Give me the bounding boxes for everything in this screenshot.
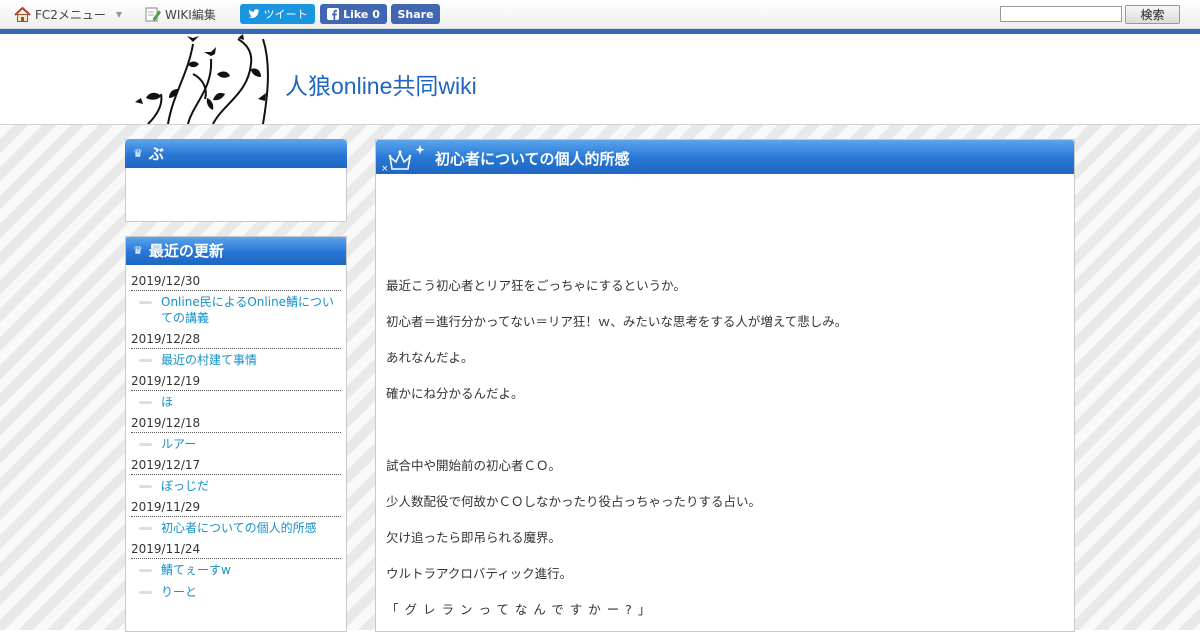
chevron-down-icon: ▼ <box>115 9 123 19</box>
facebook-like-button[interactable]: Like 0 <box>320 4 387 24</box>
tweet-label: ツイート <box>263 8 308 21</box>
sidebar-box-title: ぶ <box>148 145 164 163</box>
tweet-button[interactable]: ツイート <box>240 4 315 24</box>
twitter-bird-icon <box>248 9 259 19</box>
wiki-edit-label: WIKI編集 <box>165 7 216 22</box>
search-input[interactable] <box>1000 6 1122 22</box>
article-paragraph: 欠け追ったら即吊られる魔界。 <box>386 530 562 545</box>
article-title: 初心者についての個人的所感 <box>435 150 630 168</box>
update-link[interactable]: 鯖てぇーすw <box>131 562 341 578</box>
crown-icon: ♛ <box>133 244 143 257</box>
facebook-share-button[interactable]: Share <box>391 4 440 24</box>
update-date: 2019/12/28 <box>131 332 341 349</box>
fc2-menu-label: FC2メニュー <box>35 7 106 22</box>
article-paragraph: 「グレランってなんですかー?」 <box>386 602 657 617</box>
recent-updates-box: ♛ 最近の更新 2019/12/30 Online民によるOnline鯖について… <box>125 236 347 632</box>
article: × 初心者についての個人的所感 最近こう初心者とリア狂をごっちゃにするというか。… <box>375 139 1075 632</box>
article-paragraph: 初心者＝進行分かってない＝リア狂！ｗ、みたいな思考をする人が増えて悲しみ。 <box>386 314 848 329</box>
article-header: × 初心者についての個人的所感 <box>376 140 1074 174</box>
article-paragraph: ウルトラアクロバティック進行。 <box>386 566 573 581</box>
sidebar-box-header: ♛ ぶ <box>125 139 347 168</box>
fc2-menu[interactable]: FC2メニュー ▼ <box>14 5 122 23</box>
home-icon <box>14 6 31 22</box>
wiki-edit-link[interactable]: WIKI編集 <box>145 5 216 23</box>
update-date: 2019/12/19 <box>131 374 341 391</box>
crown-icon: × <box>381 145 425 173</box>
update-link[interactable]: 最近の村建て事情 <box>131 352 341 368</box>
recent-updates-list: 2019/12/30 Online民によるOnline鯖についての講義 2019… <box>126 265 346 600</box>
article-paragraph: 試合中や開始前の初心者ＣＯ。 <box>386 458 562 473</box>
facebook-like-label: Like 0 <box>343 7 380 21</box>
facebook-icon <box>327 8 340 20</box>
edit-icon <box>145 7 161 21</box>
site-title[interactable]: 人狼online共同wiki <box>285 67 477 101</box>
article-paragraph: 確かにね分かるんだよ。 <box>386 386 524 401</box>
crown-icon: ♛ <box>133 147 143 160</box>
update-link[interactable]: りーと <box>131 584 341 600</box>
update-link[interactable]: ルアー <box>131 436 341 452</box>
article-blank-line <box>386 422 1064 438</box>
update-link[interactable]: ほ <box>131 394 341 410</box>
update-date: 2019/12/30 <box>131 274 341 291</box>
fc2-toolbar: FC2メニュー ▼ WIKI編集 ツイート Like 0 Share 検索 <box>0 0 1200 29</box>
article-paragraph: 最近こう初心者とリア狂をごっちゃにするというか。 <box>386 278 686 293</box>
site-header: 人狼online共同wiki <box>0 34 1200 125</box>
article-paragraph: 少人数配役で何故かＣＯしなかったり役占っちゃったりする占い。 <box>386 494 762 509</box>
facebook-share-label: Share <box>397 7 434 21</box>
recent-updates-title: 最近の更新 <box>148 242 224 260</box>
sidebar-box-bu: ♛ ぶ <box>125 139 347 222</box>
svg-text:×: × <box>381 164 389 173</box>
update-link[interactable]: Online民によるOnline鯖についての講義 <box>131 294 341 326</box>
search-button[interactable]: 検索 <box>1125 5 1180 24</box>
update-link[interactable]: 初心者についての個人的所感 <box>131 520 341 536</box>
vine-ornament-icon <box>135 34 269 124</box>
recent-updates-header: ♛ 最近の更新 <box>126 237 346 265</box>
article-paragraph: あれなんだよ。 <box>386 350 474 365</box>
article-body: 最近こう初心者とリア狂をごっちゃにするというか。 初心者＝進行分かってない＝リア… <box>376 174 1074 618</box>
update-date: 2019/11/24 <box>131 542 341 559</box>
update-date: 2019/12/18 <box>131 416 341 433</box>
update-date: 2019/12/17 <box>131 458 341 475</box>
update-link[interactable]: ぼっじだ <box>131 478 341 494</box>
update-date: 2019/11/29 <box>131 500 341 517</box>
